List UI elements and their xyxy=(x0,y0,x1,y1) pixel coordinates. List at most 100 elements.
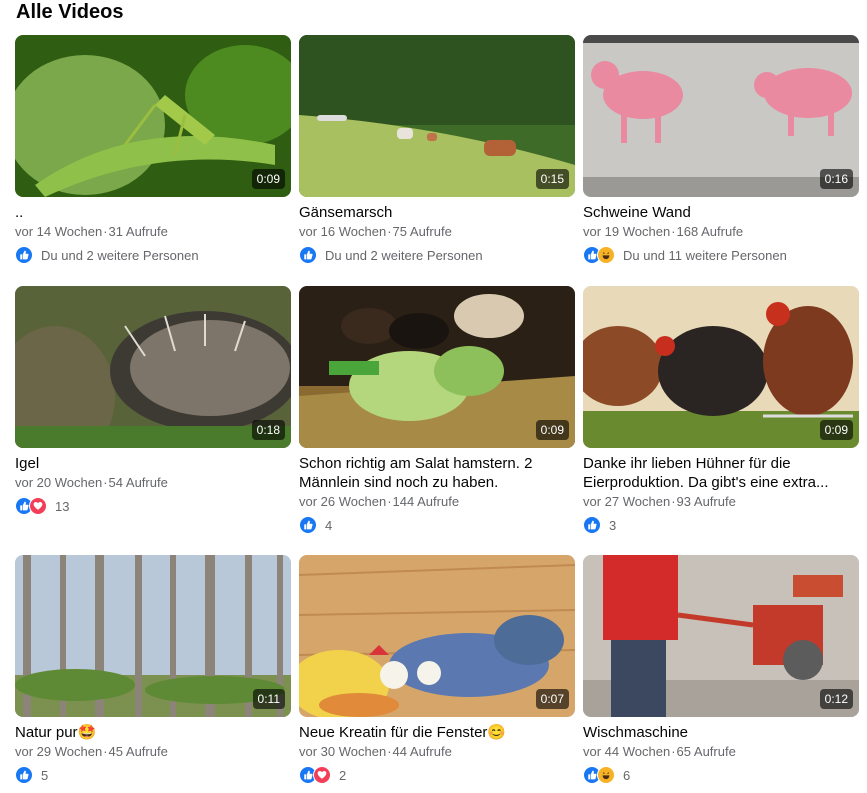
video-meta: vor 14 Wochen·31 Aufrufe xyxy=(15,223,291,240)
reaction-summary: 13 xyxy=(55,498,70,514)
reaction-icons xyxy=(583,246,615,264)
video-views: 44 Aufrufe xyxy=(392,744,452,759)
thumbnail-image xyxy=(583,555,859,717)
duration-badge: 0:18 xyxy=(251,420,285,440)
video-thumbnail[interactable]: 0:07 xyxy=(299,555,575,717)
reactions-row[interactable]: 6 xyxy=(583,765,859,785)
video-title[interactable]: Neue Kreatin für die Fenster😊 xyxy=(299,723,575,742)
video-age: vor 29 Wochen xyxy=(15,744,103,759)
thumbnail-image xyxy=(299,555,575,717)
video-thumbnail[interactable]: 0:12 xyxy=(583,555,859,717)
reactions-row[interactable]: 2 xyxy=(299,765,575,785)
reaction-icons xyxy=(15,766,33,784)
duration-badge: 0:09 xyxy=(535,420,569,440)
video-card[interactable]: 0:09 Danke ihr lieben Hühner für die Eie… xyxy=(583,286,859,535)
video-card[interactable]: 0:09 .. vor 14 Wochen·31 Aufrufe Du und … xyxy=(15,35,291,265)
video-card[interactable]: 0:12 Wischmaschine vor 44 Wochen·65 Aufr… xyxy=(583,555,859,785)
video-views: 93 Aufrufe xyxy=(676,494,736,509)
reaction-summary: 6 xyxy=(623,767,631,783)
video-thumbnail[interactable]: 0:09 xyxy=(299,286,575,448)
video-thumbnail[interactable]: 0:11 xyxy=(15,555,291,717)
video-views: 75 Aufrufe xyxy=(392,224,452,239)
video-meta: vor 30 Wochen·44 Aufrufe xyxy=(299,743,575,760)
video-thumbnail[interactable]: 0:16 xyxy=(583,35,859,197)
reactions-row[interactable]: 5 xyxy=(15,765,291,785)
video-title[interactable]: Natur pur🤩 xyxy=(15,723,291,742)
reaction-summary: Du und 11 weitere Personen xyxy=(623,247,787,263)
video-thumbnail[interactable]: 0:18 xyxy=(15,286,291,448)
reaction-icons xyxy=(299,766,331,784)
like-reaction-icon xyxy=(15,246,33,264)
video-thumbnail[interactable]: 0:15 xyxy=(299,35,575,197)
video-age: vor 44 Wochen xyxy=(583,744,671,759)
video-views: 45 Aufrufe xyxy=(108,744,168,759)
video-age: vor 30 Wochen xyxy=(299,744,387,759)
thumbnail-image xyxy=(299,286,575,448)
thumbnail-image xyxy=(15,555,291,717)
duration-badge: 0:16 xyxy=(819,169,853,189)
reactions-row[interactable]: 4 xyxy=(299,515,575,535)
video-card[interactable]: 0:11 Natur pur🤩 vor 29 Wochen·45 Aufrufe… xyxy=(15,555,291,785)
reaction-summary: 4 xyxy=(325,517,333,533)
video-meta: vor 16 Wochen·75 Aufrufe xyxy=(299,223,575,240)
thumbnail-image xyxy=(299,35,575,197)
reaction-icons xyxy=(15,497,47,515)
love-reaction-icon xyxy=(313,766,331,784)
reaction-summary: Du und 2 weitere Personen xyxy=(325,247,483,263)
video-age: vor 14 Wochen xyxy=(15,224,103,239)
video-age: vor 19 Wochen xyxy=(583,224,671,239)
reaction-icons xyxy=(583,766,615,784)
video-card[interactable]: 0:16 Schweine Wand vor 19 Wochen·168 Auf… xyxy=(583,35,859,265)
video-title[interactable]: Igel xyxy=(15,454,291,473)
video-card[interactable]: 0:09 Schon richtig am Salat hamstern. 2 … xyxy=(299,286,575,535)
reactions-row[interactable]: 13 xyxy=(15,496,291,516)
reactions-row[interactable]: Du und 11 weitere Personen xyxy=(583,245,859,265)
video-title[interactable]: Gänsemarsch xyxy=(299,203,575,222)
duration-badge: 0:09 xyxy=(819,420,853,440)
video-meta: vor 29 Wochen·45 Aufrufe xyxy=(15,743,291,760)
reaction-icons xyxy=(299,246,317,264)
reaction-summary: 5 xyxy=(41,767,49,783)
thumbnail-image xyxy=(583,35,859,197)
reaction-summary: 2 xyxy=(339,767,347,783)
page-title: Alle Videos xyxy=(16,1,124,23)
thumbnail-image xyxy=(583,286,859,448)
video-age: vor 20 Wochen xyxy=(15,475,103,490)
video-views: 31 Aufrufe xyxy=(108,224,168,239)
reaction-summary: 3 xyxy=(609,517,617,533)
video-card[interactable]: 0:15 Gänsemarsch vor 16 Wochen·75 Aufruf… xyxy=(299,35,575,265)
haha-reaction-icon xyxy=(597,246,615,264)
video-thumbnail[interactable]: 0:09 xyxy=(15,35,291,197)
reactions-row[interactable]: Du und 2 weitere Personen xyxy=(299,245,575,265)
reaction-summary: Du und 2 weitere Personen xyxy=(41,247,199,263)
video-title[interactable]: .. xyxy=(15,203,291,222)
like-reaction-icon xyxy=(299,246,317,264)
video-title[interactable]: Schweine Wand xyxy=(583,203,859,222)
video-views: 54 Aufrufe xyxy=(108,475,168,490)
video-meta: vor 27 Wochen·93 Aufrufe xyxy=(583,493,859,510)
reactions-row[interactable]: Du und 2 weitere Personen xyxy=(15,245,291,265)
thumbnail-image xyxy=(15,35,291,197)
like-reaction-icon xyxy=(15,766,33,784)
thumbnail-image xyxy=(15,286,291,448)
video-title[interactable]: Schon richtig am Salat hamstern. 2 Männl… xyxy=(299,454,575,492)
reaction-icons xyxy=(299,516,317,534)
video-views: 144 Aufrufe xyxy=(392,494,460,509)
duration-badge: 0:11 xyxy=(252,689,285,709)
video-card[interactable]: 0:07 Neue Kreatin für die Fenster😊 vor 3… xyxy=(299,555,575,785)
video-title[interactable]: Danke ihr lieben Hühner für die Eierprod… xyxy=(583,454,859,492)
video-age: vor 26 Wochen xyxy=(299,494,387,509)
duration-badge: 0:15 xyxy=(535,169,569,189)
duration-badge: 0:07 xyxy=(535,689,569,709)
video-views: 168 Aufrufe xyxy=(676,224,744,239)
haha-reaction-icon xyxy=(597,766,615,784)
duration-badge: 0:12 xyxy=(819,689,853,709)
video-meta: vor 19 Wochen·168 Aufrufe xyxy=(583,223,859,240)
video-thumbnail[interactable]: 0:09 xyxy=(583,286,859,448)
reactions-row[interactable]: 3 xyxy=(583,515,859,535)
like-reaction-icon xyxy=(583,516,601,534)
reaction-icons xyxy=(15,246,33,264)
video-title[interactable]: Wischmaschine xyxy=(583,723,859,742)
duration-badge: 0:09 xyxy=(251,169,285,189)
video-card[interactable]: 0:18 Igel vor 20 Wochen·54 Aufrufe 13 xyxy=(15,286,291,516)
